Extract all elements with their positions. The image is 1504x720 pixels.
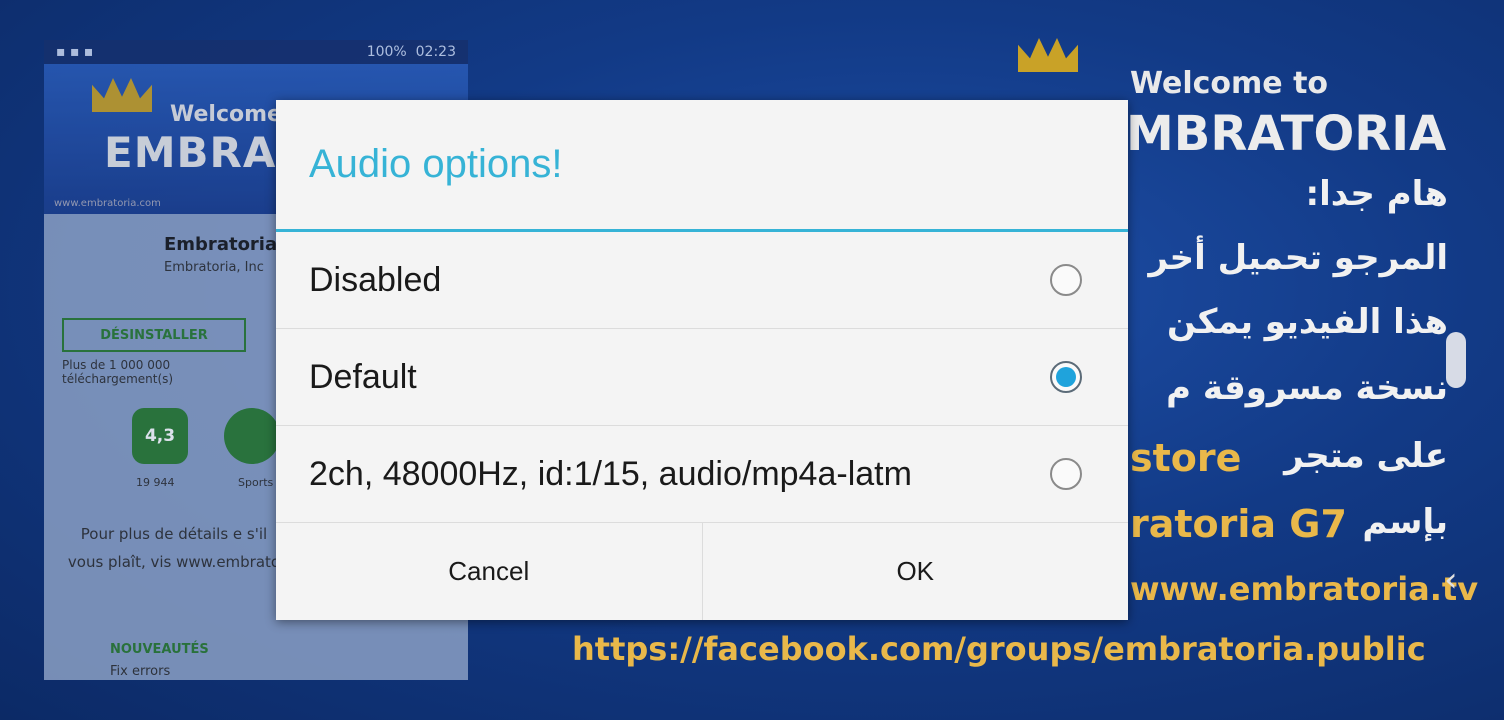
phone-uninstall-button: DÉSINSTALLER bbox=[62, 318, 246, 352]
poster-store: store bbox=[1130, 436, 1242, 480]
poster-arabic-line: على متجر bbox=[1284, 436, 1448, 476]
phone-battery: 100% bbox=[366, 44, 407, 60]
crown-logo-icon bbox=[92, 78, 152, 112]
phone-status-icons: ▪ ▪ ▪ bbox=[56, 44, 94, 60]
sports-ball-icon bbox=[224, 408, 280, 464]
crown-logo-icon bbox=[1018, 38, 1078, 72]
phone-status-right: 100% 02:23 bbox=[367, 44, 456, 60]
phone-rating-count: 19 944 bbox=[136, 476, 175, 489]
radio-button[interactable] bbox=[1050, 458, 1082, 490]
poster-brand: MBRATORIA bbox=[1126, 106, 1447, 162]
option-label: Disabled bbox=[309, 260, 442, 299]
dialog-title: Audio options! bbox=[276, 100, 1128, 232]
poster-arabic-line: بإسم bbox=[1362, 502, 1448, 542]
chevron-left-icon[interactable]: ‹ bbox=[1444, 560, 1458, 600]
poster-arabic-line: المرجو تحميل أخر bbox=[1148, 238, 1448, 278]
phone-time: 02:23 bbox=[415, 44, 456, 60]
option-label: Default bbox=[309, 357, 417, 396]
cancel-button[interactable]: Cancel bbox=[276, 523, 702, 620]
poster-arabic-line: نسخة مسروقة م bbox=[1166, 368, 1448, 408]
radio-button-selected[interactable] bbox=[1050, 361, 1082, 393]
poster-facebook-url: https://facebook.com/groups/embratoria.p… bbox=[572, 630, 1426, 668]
phone-banner-brand: EMBRA bbox=[104, 128, 277, 177]
phone-banner-url: www.embratoria.com bbox=[54, 198, 161, 209]
ok-button[interactable]: OK bbox=[701, 523, 1129, 620]
option-audio-track[interactable]: 2ch, 48000Hz, id:1/15, audio/mp4a-latm bbox=[276, 426, 1128, 523]
poster-arabic-line: هام جدا: bbox=[1305, 174, 1449, 214]
poster-website: www.embratoria.tv bbox=[1130, 570, 1479, 608]
phone-downloads: Plus de 1 000 000 téléchargement(s) bbox=[62, 358, 174, 386]
phone-status-bar: ▪ ▪ ▪ 100% 02:23 bbox=[44, 40, 468, 64]
option-label: 2ch, 48000Hz, id:1/15, audio/mp4a-latm bbox=[309, 454, 912, 493]
phone-rating-badge: 4,3 bbox=[132, 408, 188, 464]
option-disabled[interactable]: Disabled bbox=[276, 232, 1128, 329]
side-scroll-handle[interactable] bbox=[1446, 332, 1466, 388]
poster-g7: ratoria G7 bbox=[1130, 502, 1347, 546]
option-default[interactable]: Default bbox=[276, 329, 1128, 426]
audio-options-dialog: Audio options! Disabled Default 2ch, 480… bbox=[276, 100, 1128, 620]
dialog-buttons: Cancel OK bbox=[276, 523, 1128, 620]
phone-app-developer: Embratoria, Inc bbox=[164, 260, 264, 275]
phone-news-title: NOUVEAUTÉS bbox=[110, 642, 209, 657]
phone-news-text: Fix errors bbox=[110, 664, 171, 679]
phone-category: Sports bbox=[238, 476, 274, 489]
phone-details-text: Pour plus de détails e s'il vous plaît, … bbox=[67, 525, 281, 571]
poster-welcome: Welcome to bbox=[1130, 66, 1329, 101]
phone-app-name: Embratoria bbox=[164, 234, 278, 255]
radio-button[interactable] bbox=[1050, 264, 1082, 296]
poster-arabic-line: هذا الفيديو يمكن bbox=[1167, 302, 1448, 342]
